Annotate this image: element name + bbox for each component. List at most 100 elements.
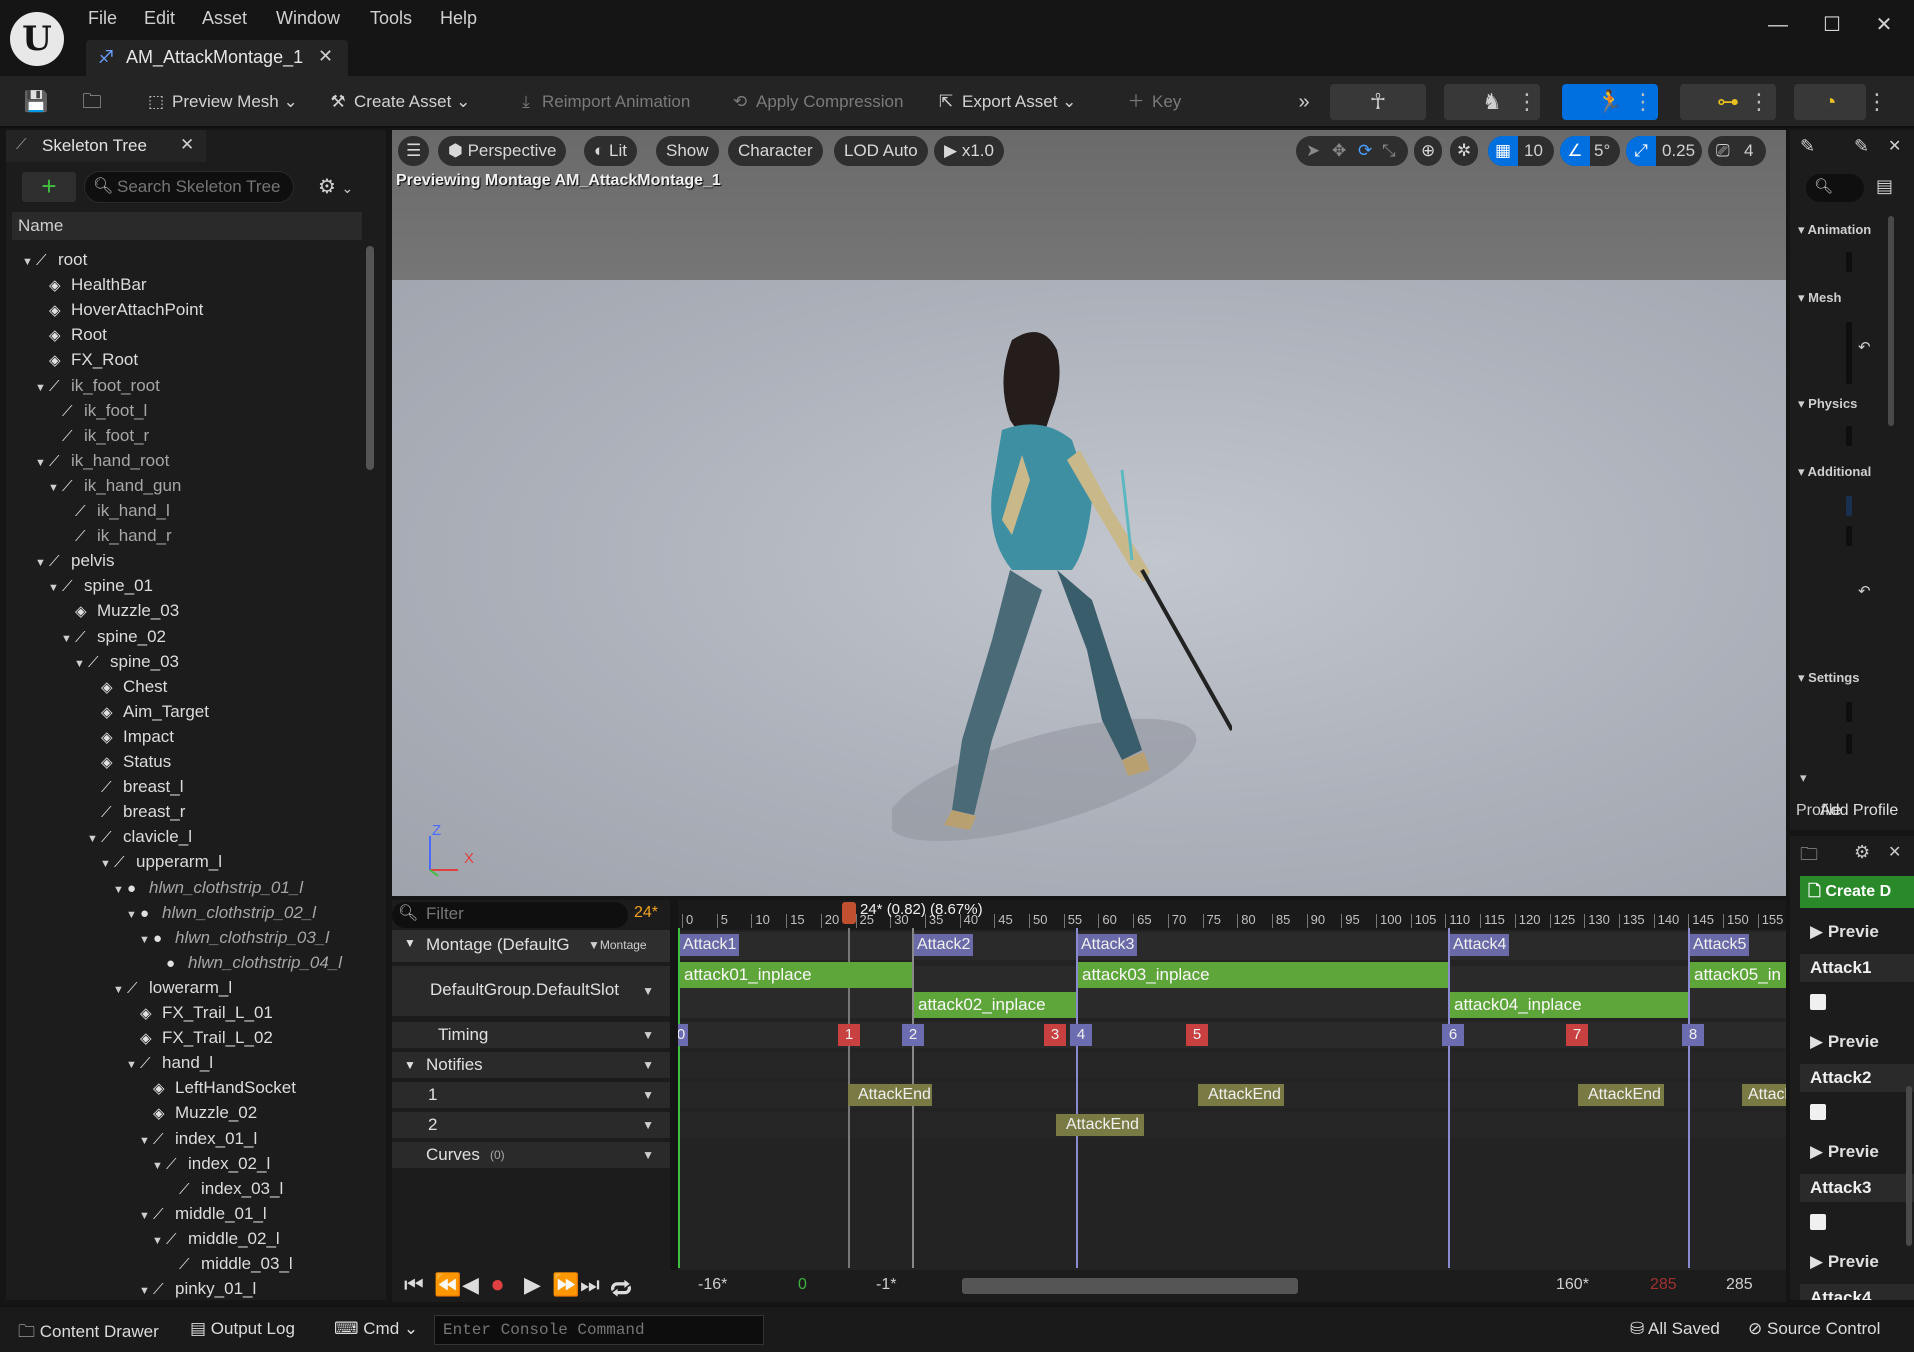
expand-arrow-icon[interactable]: ▼ [126,1053,140,1078]
grid-snap-group[interactable]: ▦ 10 [1488,136,1554,166]
section-tag-attack3[interactable]: Attack3 [1078,934,1138,956]
bone-tree-item[interactable]: ⟋ breast_r [87,799,185,824]
source-control-button[interactable]: ⊘ Source Control [1748,1319,1880,1339]
details-section-mesh[interactable]: ▾ Mesh [1798,290,1841,314]
montage-track-row[interactable]: ▼ Montage (DefaultG ▼Montage [392,930,670,962]
bone-tree-item[interactable]: ▼ ⟋ hand_l [126,1050,213,1075]
bone-tree-item[interactable]: ▼ ⟋ index_02_l [152,1151,270,1176]
expand-arrow-icon[interactable]: ▼ [74,652,88,677]
menu-tools[interactable]: Tools [370,8,412,34]
anim-segment[interactable]: attack04_inplace [1450,992,1688,1018]
details-section-settings[interactable]: ▾ Settings [1798,670,1859,694]
bone-tree-item[interactable]: ⟋ breast_l [87,774,183,799]
bone-tree-item[interactable]: ▼ ⟋ pelvis [35,548,114,573]
expand-arrow-icon[interactable]: ▼ [61,627,75,652]
bone-tree-item[interactable]: ▼ ⟋ ik_foot_root [35,373,160,398]
preview-button[interactable]: ▶ Previe [1810,1032,1879,1052]
camera-speed-group[interactable]: ⎚ 4 [1708,136,1766,166]
bone-tree-item[interactable]: ▼ ⟋ ik_hand_gun [48,473,181,498]
details-section-physics[interactable]: ▾ Physics [1798,396,1857,420]
close-tab-icon[interactable]: ✕ [1888,842,1901,862]
play-start-value[interactable]: 0 [798,1276,807,1294]
bone-tree-item[interactable]: ◈ HoverAttachPoint [35,297,203,322]
anim-segment[interactable]: attack01_inplace [680,962,912,988]
preview-button[interactable]: ▶ Previe [1810,1142,1879,1162]
apply-compression-button[interactable]: ⟲ Apply Compression [728,86,904,118]
bone-tree-item[interactable]: ▼ ⟋ upperarm_l [100,849,222,874]
show-button[interactable]: Show [656,136,719,166]
skeleton-tree-tab[interactable]: ⟋ Skeleton Tree ✕ [6,130,206,162]
step-forward-icon[interactable]: ⏩ [552,1272,579,1298]
details-section-additional[interactable]: ▾ Additional [1798,464,1871,488]
notifies-track-row[interactable]: ▼ Notifies ▼ [392,1052,670,1078]
expand-arrow-icon[interactable]: ▼ [35,451,49,476]
track-filter-box[interactable]: 🔍︎ Filter [392,902,628,928]
menu-file[interactable]: File [88,8,117,34]
montage-timeline[interactable]: 0 5 10 15 20 25 30 35 40 45 50 55 60 65 70 75 80 85 90 95 10… [678,900,1786,1300]
attack-end-notify[interactable]: AttackEnd [1578,1084,1664,1106]
timing-marker[interactable]: 8 [1682,1024,1704,1046]
attack3-checkbox[interactable] [1810,1214,1826,1230]
details-scrollbar[interactable] [1888,216,1894,426]
attack2-section[interactable]: Attack2 [1800,1064,1914,1092]
character-button[interactable]: Character [728,136,823,166]
minimize-button[interactable]: — [1758,10,1798,40]
bone-tree-item[interactable]: ◈ Aim_Target [87,699,209,724]
cmd-dropdown[interactable]: ⌨ Cmd ⌄ [334,1319,418,1339]
animation-mode-options-icon[interactable]: ⋮ [1632,84,1654,120]
anim-segment[interactable]: attack05_in [1690,962,1786,988]
rotate-tool-icon[interactable]: ⟳ [1358,136,1372,166]
maximize-button[interactable]: ☐ [1812,10,1852,40]
play-end-value[interactable]: 285 [1650,1276,1677,1294]
rotation-snap-group[interactable]: ∠ 5° [1560,136,1620,166]
section-tag-attack5[interactable]: Attack5 [1690,934,1750,956]
bone-tree-item[interactable]: ◈ Chest [87,674,167,699]
expand-arrow-icon[interactable]: ▼ [139,1279,153,1304]
expand-arrow-icon[interactable]: ▼ [48,476,62,501]
bone-tree-item[interactable]: ◈ FX_Trail_L_01 [126,1000,273,1025]
anim-segment[interactable]: attack03_inplace [1078,962,1448,988]
output-log-button[interactable]: ▤ Output Log [190,1319,295,1339]
reset-arrow-icon[interactable]: ↶ [1858,582,1871,600]
attack1-section[interactable]: Attack1 [1800,954,1914,982]
view-start-value[interactable]: -16* [698,1276,727,1294]
details-search-box[interactable]: 🔍︎ [1806,174,1864,202]
loop-icon[interactable]: 🔁︎ [610,1272,632,1304]
selection-start-value[interactable]: -1* [876,1276,896,1294]
bone-tree-item[interactable]: ◈ LeftHandSocket [139,1075,296,1100]
bone-tree-item[interactable]: ⟋ index_03_l [165,1176,283,1201]
perspective-button[interactable]: ⬢ Perspective [438,136,567,166]
bone-tree-item[interactable]: ▼ ⟋ index_01_l [139,1126,257,1151]
attack-end-notify[interactable]: AttackEnd [1056,1114,1144,1136]
expand-arrow-icon[interactable]: ▼ [139,1204,153,1229]
local-space-button[interactable]: ⊕ [1414,136,1443,166]
bone-tree-item[interactable]: ▼ ⟋ clavicle_l [87,824,192,849]
settings-icon[interactable]: ⚙ [1854,842,1870,863]
play-reverse-icon[interactable]: ◀ [462,1272,479,1298]
lit-button[interactable]: ◐ Lit [584,136,637,166]
chevron-down-icon[interactable]: ▼ [642,1148,654,1162]
preview-viewport[interactable]: ☰ ⬢ Perspective ◐ Lit Show Character LOD… [392,130,1786,896]
bone-tree-item[interactable]: ◈ Muzzle_03 [61,598,179,623]
attack3-section[interactable]: Attack3 [1800,1174,1914,1202]
surface-snap-button[interactable]: ✲ [1450,136,1479,166]
section-tag-attack4[interactable]: Attack4 [1450,934,1510,956]
close-tab-icon[interactable]: ✕ [1888,136,1901,156]
browse-asset-icon[interactable]: 🗀 [74,84,110,120]
physics-mode-button[interactable]: ◔ [1794,84,1866,120]
skeleton-tree-scrollbar[interactable] [366,246,374,470]
add-key-button[interactable]: ＋ Key [1124,86,1182,118]
section-tag-attack1[interactable]: Attack1 [680,934,740,956]
timing-marker[interactable]: 7 [1566,1024,1588,1046]
chevron-down-icon[interactable]: ▼ [642,984,654,998]
preview-settings-tab-icon[interactable]: ✎ [1854,136,1869,157]
bone-tree-item[interactable]: ◈ Root [35,322,107,347]
console-input[interactable] [443,1320,753,1340]
expand-arrow-icon[interactable]: ▼ [139,1129,153,1154]
timing-marker[interactable]: 0 [678,1024,688,1046]
chevron-down-icon[interactable]: ▼ [642,1028,654,1042]
timeline-scrollbar[interactable] [962,1278,1298,1294]
step-back-icon[interactable]: ⏪ [434,1272,461,1298]
select-tool-icon[interactable]: ➤ [1306,136,1320,166]
attack4-section[interactable]: Attack4 [1800,1284,1914,1300]
